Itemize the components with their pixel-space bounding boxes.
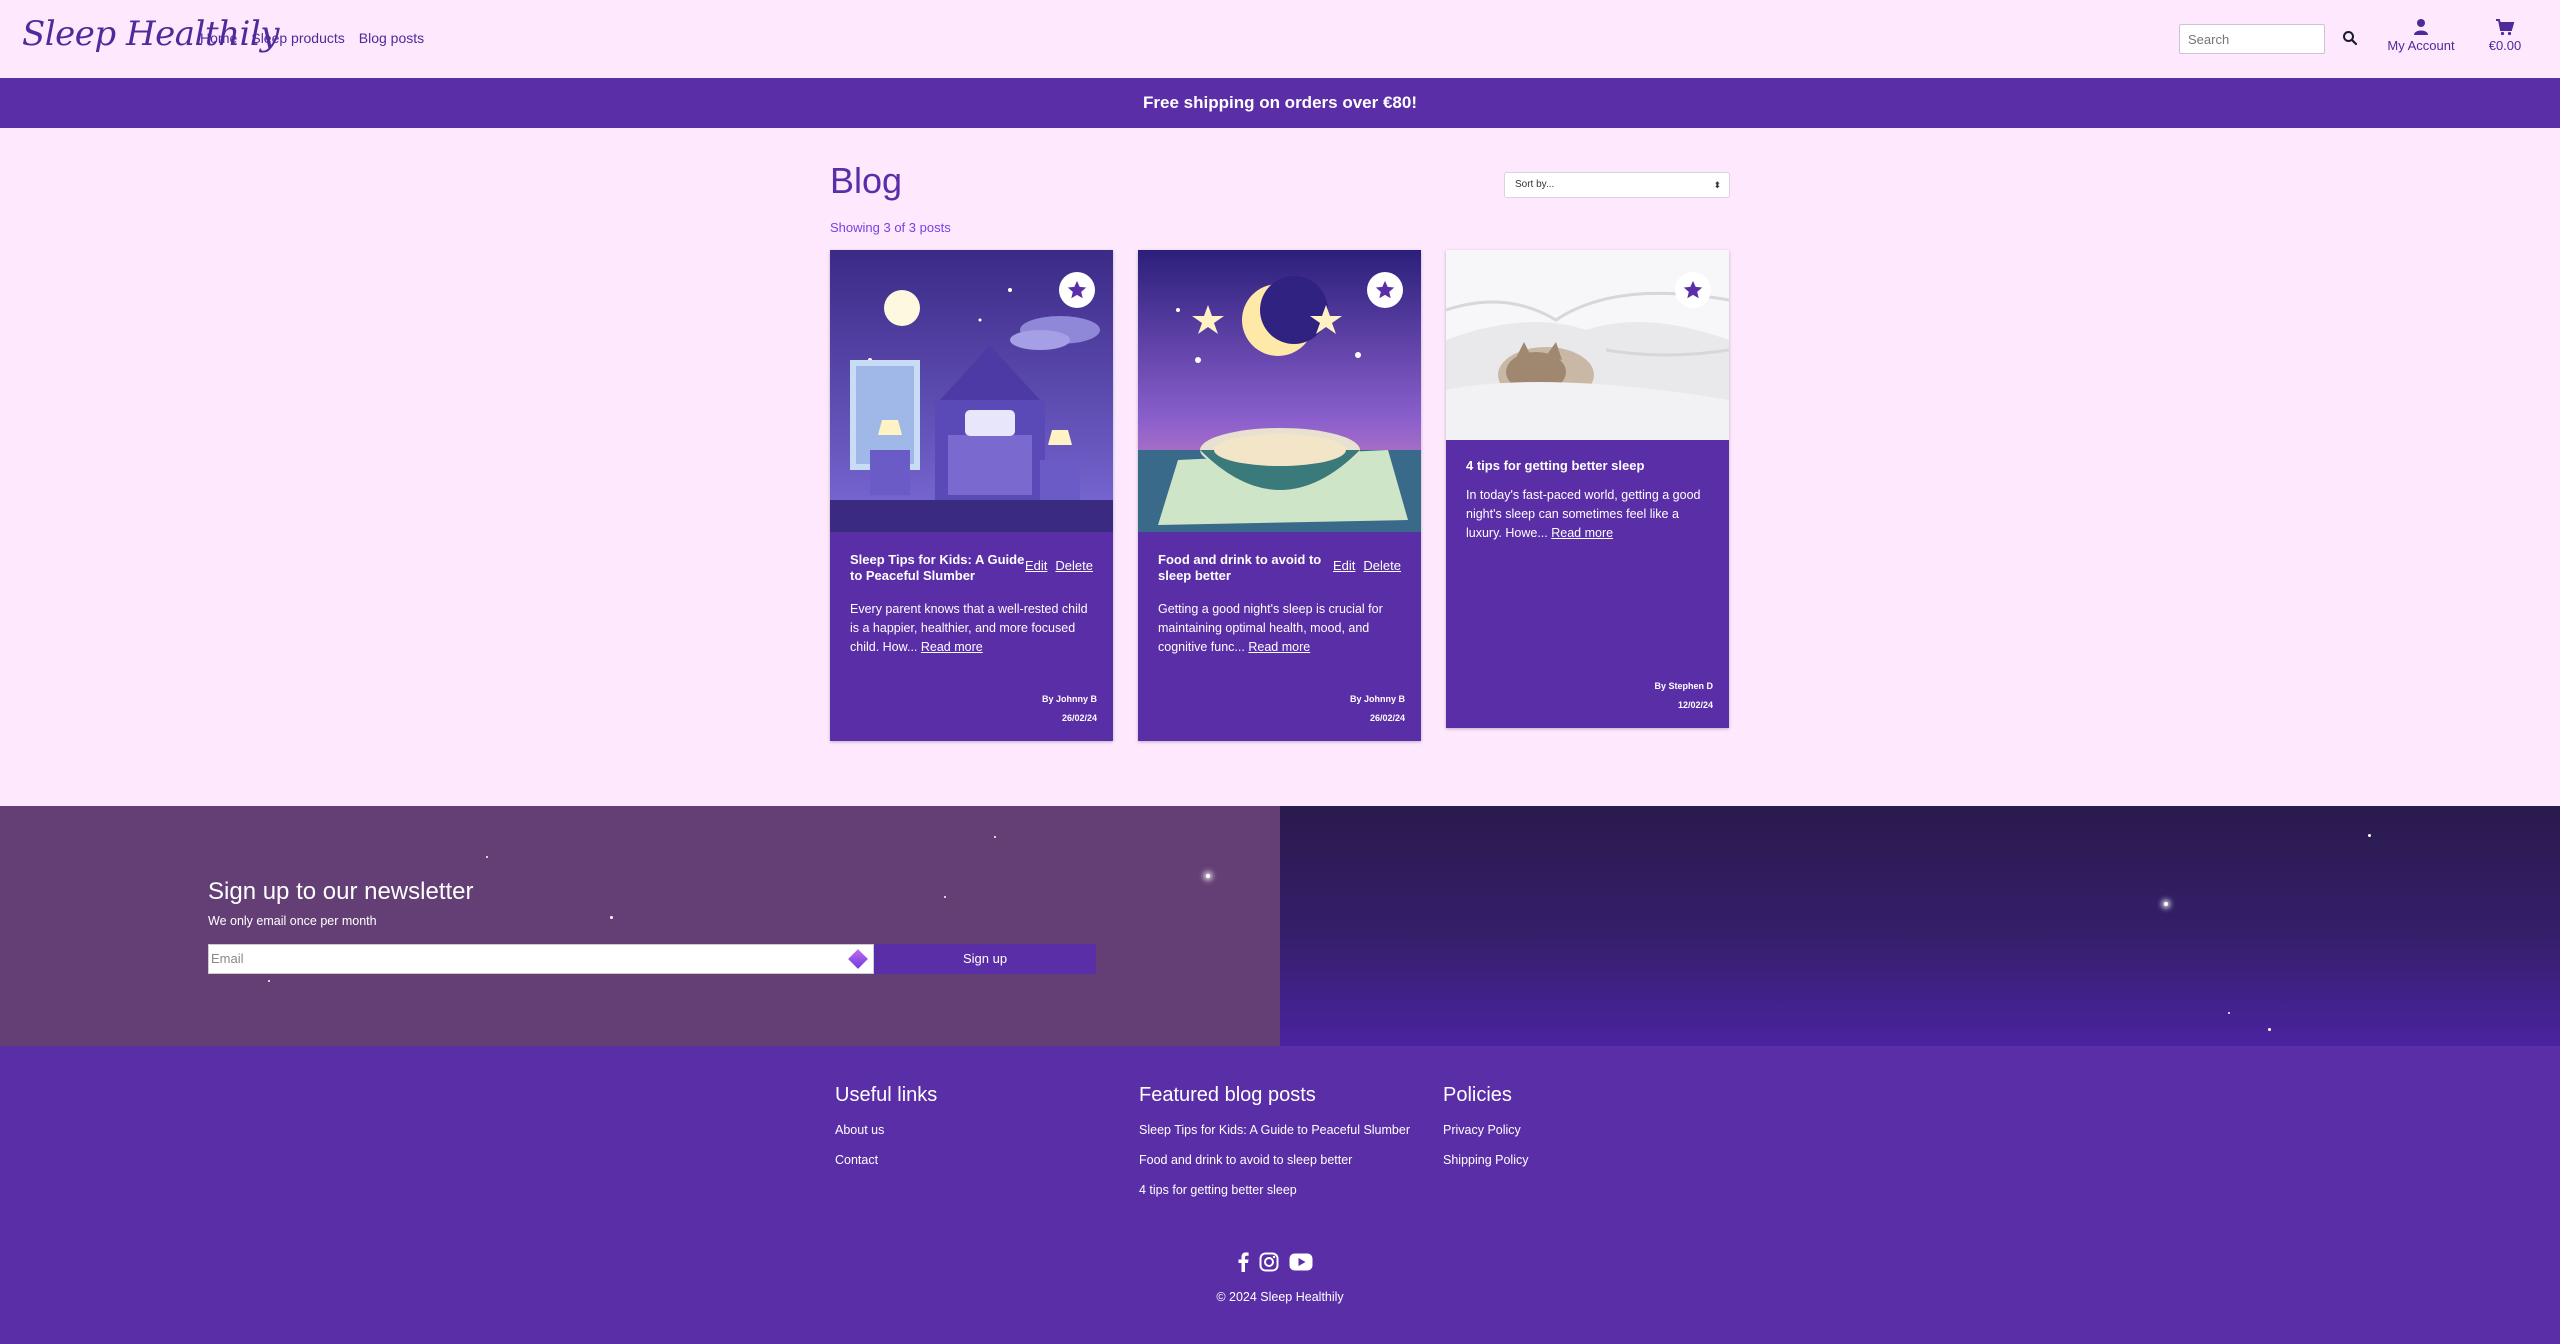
- youtube-icon[interactable]: [1289, 1253, 1313, 1271]
- instagram-icon[interactable]: [1259, 1252, 1279, 1272]
- post-count: Showing 3 of 3 posts: [830, 220, 951, 235]
- sparkle: [994, 836, 996, 838]
- footer-link-post[interactable]: Food and drink to avoid to sleep better: [1139, 1153, 1410, 1167]
- post-image[interactable]: [1138, 250, 1421, 532]
- social-links: [1237, 1252, 1313, 1272]
- signup-button[interactable]: Sign up: [874, 944, 1096, 974]
- cart-link[interactable]: €0.00: [2480, 18, 2530, 53]
- post-author: By Johnny B: [1041, 694, 1097, 704]
- newsletter-subtitle: We only email once per month: [208, 914, 377, 928]
- star-icon: [1683, 280, 1703, 299]
- my-account-link[interactable]: My Account: [2386, 18, 2456, 53]
- footer-link-privacy[interactable]: Privacy Policy: [1443, 1123, 1528, 1137]
- edit-link[interactable]: Edit: [1333, 558, 1355, 573]
- sparkle: [2368, 834, 2371, 837]
- post-author: By Stephen D: [1654, 681, 1713, 691]
- email-placeholder: Email: [211, 951, 244, 966]
- sparkle: [944, 896, 946, 898]
- blog-card[interactable]: Food and drink to avoid to sleep better …: [1138, 250, 1421, 741]
- cart-icon: [2496, 19, 2515, 36]
- post-meta: By Johnny B 26/02/24: [1042, 690, 1097, 728]
- search-input[interactable]: [2179, 24, 2325, 54]
- footer-featured-posts: Featured blog posts Sleep Tips for Kids:…: [1139, 1084, 1410, 1213]
- main-nav: Home Sleep products Blog posts: [200, 30, 424, 46]
- autofill-icon[interactable]: [848, 949, 868, 969]
- favorite-button[interactable]: [1675, 272, 1711, 308]
- footer-link-about[interactable]: About us: [835, 1123, 937, 1137]
- sparkle: [486, 856, 488, 858]
- site-header: Sleep Healthily Home Sleep products Blog…: [0, 0, 2560, 78]
- footer-policies: Policies Privacy Policy Shipping Policy: [1443, 1084, 1528, 1183]
- sparkle: [1206, 874, 1210, 878]
- favorite-button[interactable]: [1059, 272, 1095, 308]
- read-more-link[interactable]: Read more: [921, 640, 983, 654]
- delete-link[interactable]: Delete: [1055, 558, 1093, 573]
- post-excerpt: Getting a good night's sleep is crucial …: [1158, 600, 1401, 657]
- footer-useful-links: Useful links About us Contact: [835, 1084, 937, 1183]
- post-author: By Johnny B: [1349, 694, 1405, 704]
- newsletter-section: [0, 806, 1280, 1046]
- read-more-link[interactable]: Read more: [1551, 526, 1613, 540]
- sort-arrows-icon: ⬍: [1713, 180, 1721, 190]
- post-meta: By Johnny B 26/02/24: [1350, 690, 1405, 728]
- footer-heading: Featured blog posts: [1139, 1084, 1316, 1106]
- sparkle: [2268, 1028, 2271, 1031]
- post-image[interactable]: [830, 250, 1113, 532]
- site-footer: Useful links About us Contact Featured b…: [0, 1046, 2560, 1344]
- nav-home[interactable]: Home: [200, 30, 237, 46]
- card-body: Food and drink to avoid to sleep better …: [1138, 532, 1421, 669]
- page-title: Blog: [830, 160, 903, 201]
- footer-link-post[interactable]: 4 tips for getting better sleep: [1139, 1183, 1410, 1197]
- sparkle: [610, 916, 613, 919]
- star-icon: [1067, 280, 1087, 299]
- footer-link-post[interactable]: Sleep Tips for Kids: A Guide to Peaceful…: [1139, 1123, 1410, 1137]
- search-icon[interactable]: [2341, 29, 2359, 47]
- footer-link-contact[interactable]: Contact: [835, 1153, 937, 1167]
- sparkle: [2228, 1012, 2230, 1014]
- post-date: 12/02/24: [1677, 700, 1713, 710]
- edit-link[interactable]: Edit: [1025, 558, 1047, 573]
- card-body: 4 tips for getting better sleep In today…: [1446, 440, 1729, 555]
- sort-label: Sort by...: [1515, 179, 1555, 190]
- nav-blog-posts[interactable]: Blog posts: [359, 30, 424, 46]
- post-title[interactable]: 4 tips for getting better sleep: [1466, 458, 1706, 474]
- copyright: © 2024 Sleep Healthily: [1216, 1290, 1344, 1304]
- cart-total: €0.00: [2488, 38, 2522, 53]
- blog-card[interactable]: 4 tips for getting better sleep In today…: [1446, 250, 1729, 728]
- post-date: 26/02/24: [1369, 713, 1405, 723]
- sparkle: [268, 980, 270, 982]
- newsletter-title: Sign up to our newsletter: [208, 878, 474, 905]
- sparkle: [2164, 902, 2168, 906]
- post-excerpt: Every parent knows that a well-rested ch…: [850, 600, 1093, 657]
- user-icon: [2414, 19, 2428, 35]
- sort-select[interactable]: Sort by... ⬍: [1504, 172, 1730, 198]
- shipping-banner: Free shipping on orders over €80!: [0, 78, 2560, 128]
- post-date: 26/02/24: [1061, 713, 1097, 723]
- email-field[interactable]: Email: [208, 944, 874, 974]
- footer-link-shipping[interactable]: Shipping Policy: [1443, 1153, 1528, 1167]
- footer-heading: Policies: [1443, 1084, 1512, 1106]
- delete-link[interactable]: Delete: [1363, 558, 1401, 573]
- facebook-icon[interactable]: [1237, 1252, 1249, 1272]
- blog-card[interactable]: Sleep Tips for Kids: A Guide to Peaceful…: [830, 250, 1113, 741]
- post-image[interactable]: [1446, 250, 1729, 440]
- footer-heading: Useful links: [835, 1084, 938, 1106]
- post-excerpt: In today's fast-paced world, getting a g…: [1466, 486, 1709, 543]
- post-title[interactable]: Sleep Tips for Kids: A Guide to Peaceful…: [850, 552, 1025, 584]
- night-sky-background: [1280, 806, 2560, 1046]
- read-more-link[interactable]: Read more: [1248, 640, 1310, 654]
- favorite-button[interactable]: [1367, 272, 1403, 308]
- my-account-label: My Account: [2387, 38, 2455, 53]
- post-title[interactable]: Food and drink to avoid to sleep better: [1158, 552, 1333, 584]
- star-icon: [1375, 280, 1395, 299]
- post-meta: By Stephen D 12/02/24: [1654, 677, 1713, 715]
- card-body: Sleep Tips for Kids: A Guide to Peaceful…: [830, 532, 1113, 669]
- nav-sleep-products[interactable]: Sleep products: [251, 30, 344, 46]
